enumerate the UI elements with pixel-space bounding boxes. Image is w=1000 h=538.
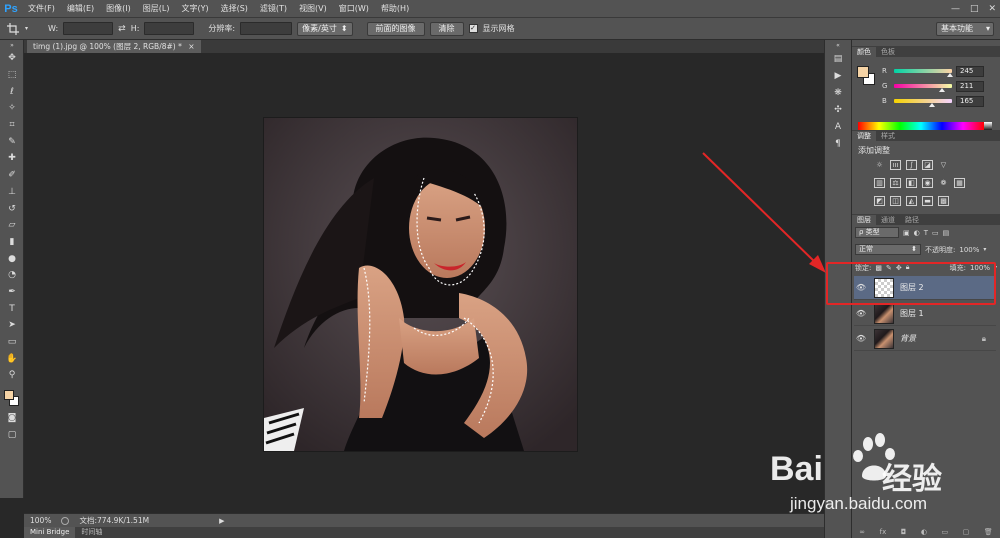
watermark-brand-cn: 经验	[882, 462, 942, 497]
photoshop-window: Ps 文件(F) 编辑(E) 图像(I) 图层(L) 文字(Y) 选择(S) 滤…	[0, 0, 1000, 538]
annotation-highlight-box	[826, 262, 996, 305]
watermark-url: jingyan.baidu.com	[790, 494, 928, 513]
foreground-color-preview[interactable]	[857, 66, 869, 78]
baidu-watermark: Bai 经验 jingyan.baidu.com	[770, 430, 990, 520]
watermark-brand-en: Bai	[770, 450, 823, 488]
annotation-arrow-line	[702, 152, 819, 266]
foreground-color-swatch[interactable]	[4, 389, 14, 400]
